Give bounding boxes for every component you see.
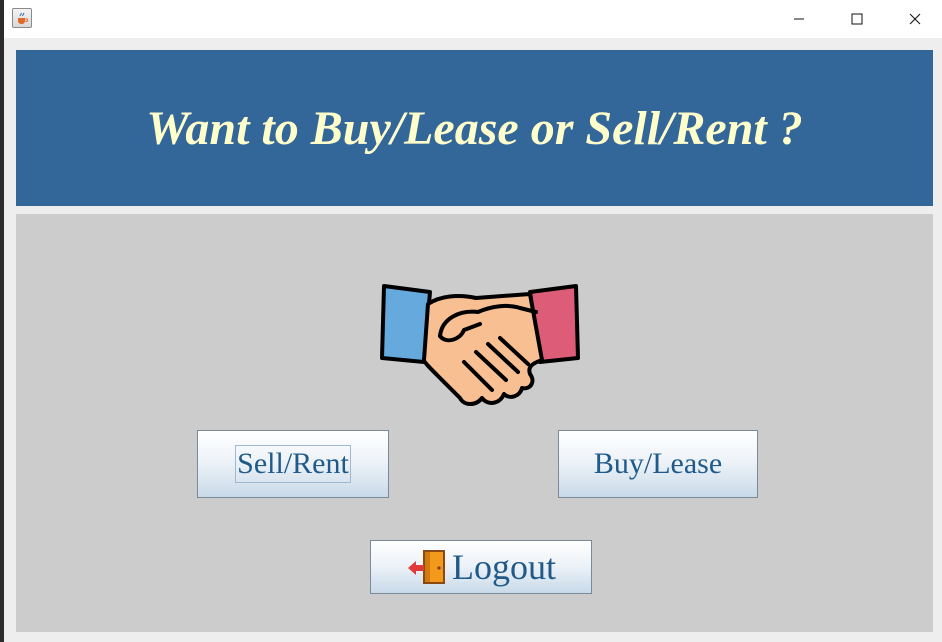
app-window: Want to Buy/Lease or Sell/Rent ? Sell/Re… [0,0,942,642]
logout-door-icon [408,550,445,584]
buy-lease-label: Buy/Lease [593,447,723,480]
handshake-icon [380,284,580,406]
logout-label: Logout [452,547,556,587]
java-cup-icon[interactable] [12,8,32,28]
main-panel: Sell/Rent Buy/Lease Logout [16,214,933,632]
title-bar[interactable] [4,0,942,38]
maximize-icon [851,13,863,25]
sell-rent-label: Sell/Rent [235,445,351,483]
minimize-icon [794,18,804,20]
logout-button[interactable]: Logout [370,540,592,594]
minimize-button[interactable] [776,0,822,38]
maximize-button[interactable] [834,0,880,38]
close-icon [909,13,921,25]
content-pane: Want to Buy/Lease or Sell/Rent ? Sell/Re… [4,38,942,642]
close-button[interactable] [892,0,938,38]
buy-lease-button[interactable]: Buy/Lease [558,430,758,498]
page-title: Want to Buy/Lease or Sell/Rent ? [146,101,803,155]
sell-rent-button[interactable]: Sell/Rent [197,430,389,498]
header-banner: Want to Buy/Lease or Sell/Rent ? [16,50,933,206]
